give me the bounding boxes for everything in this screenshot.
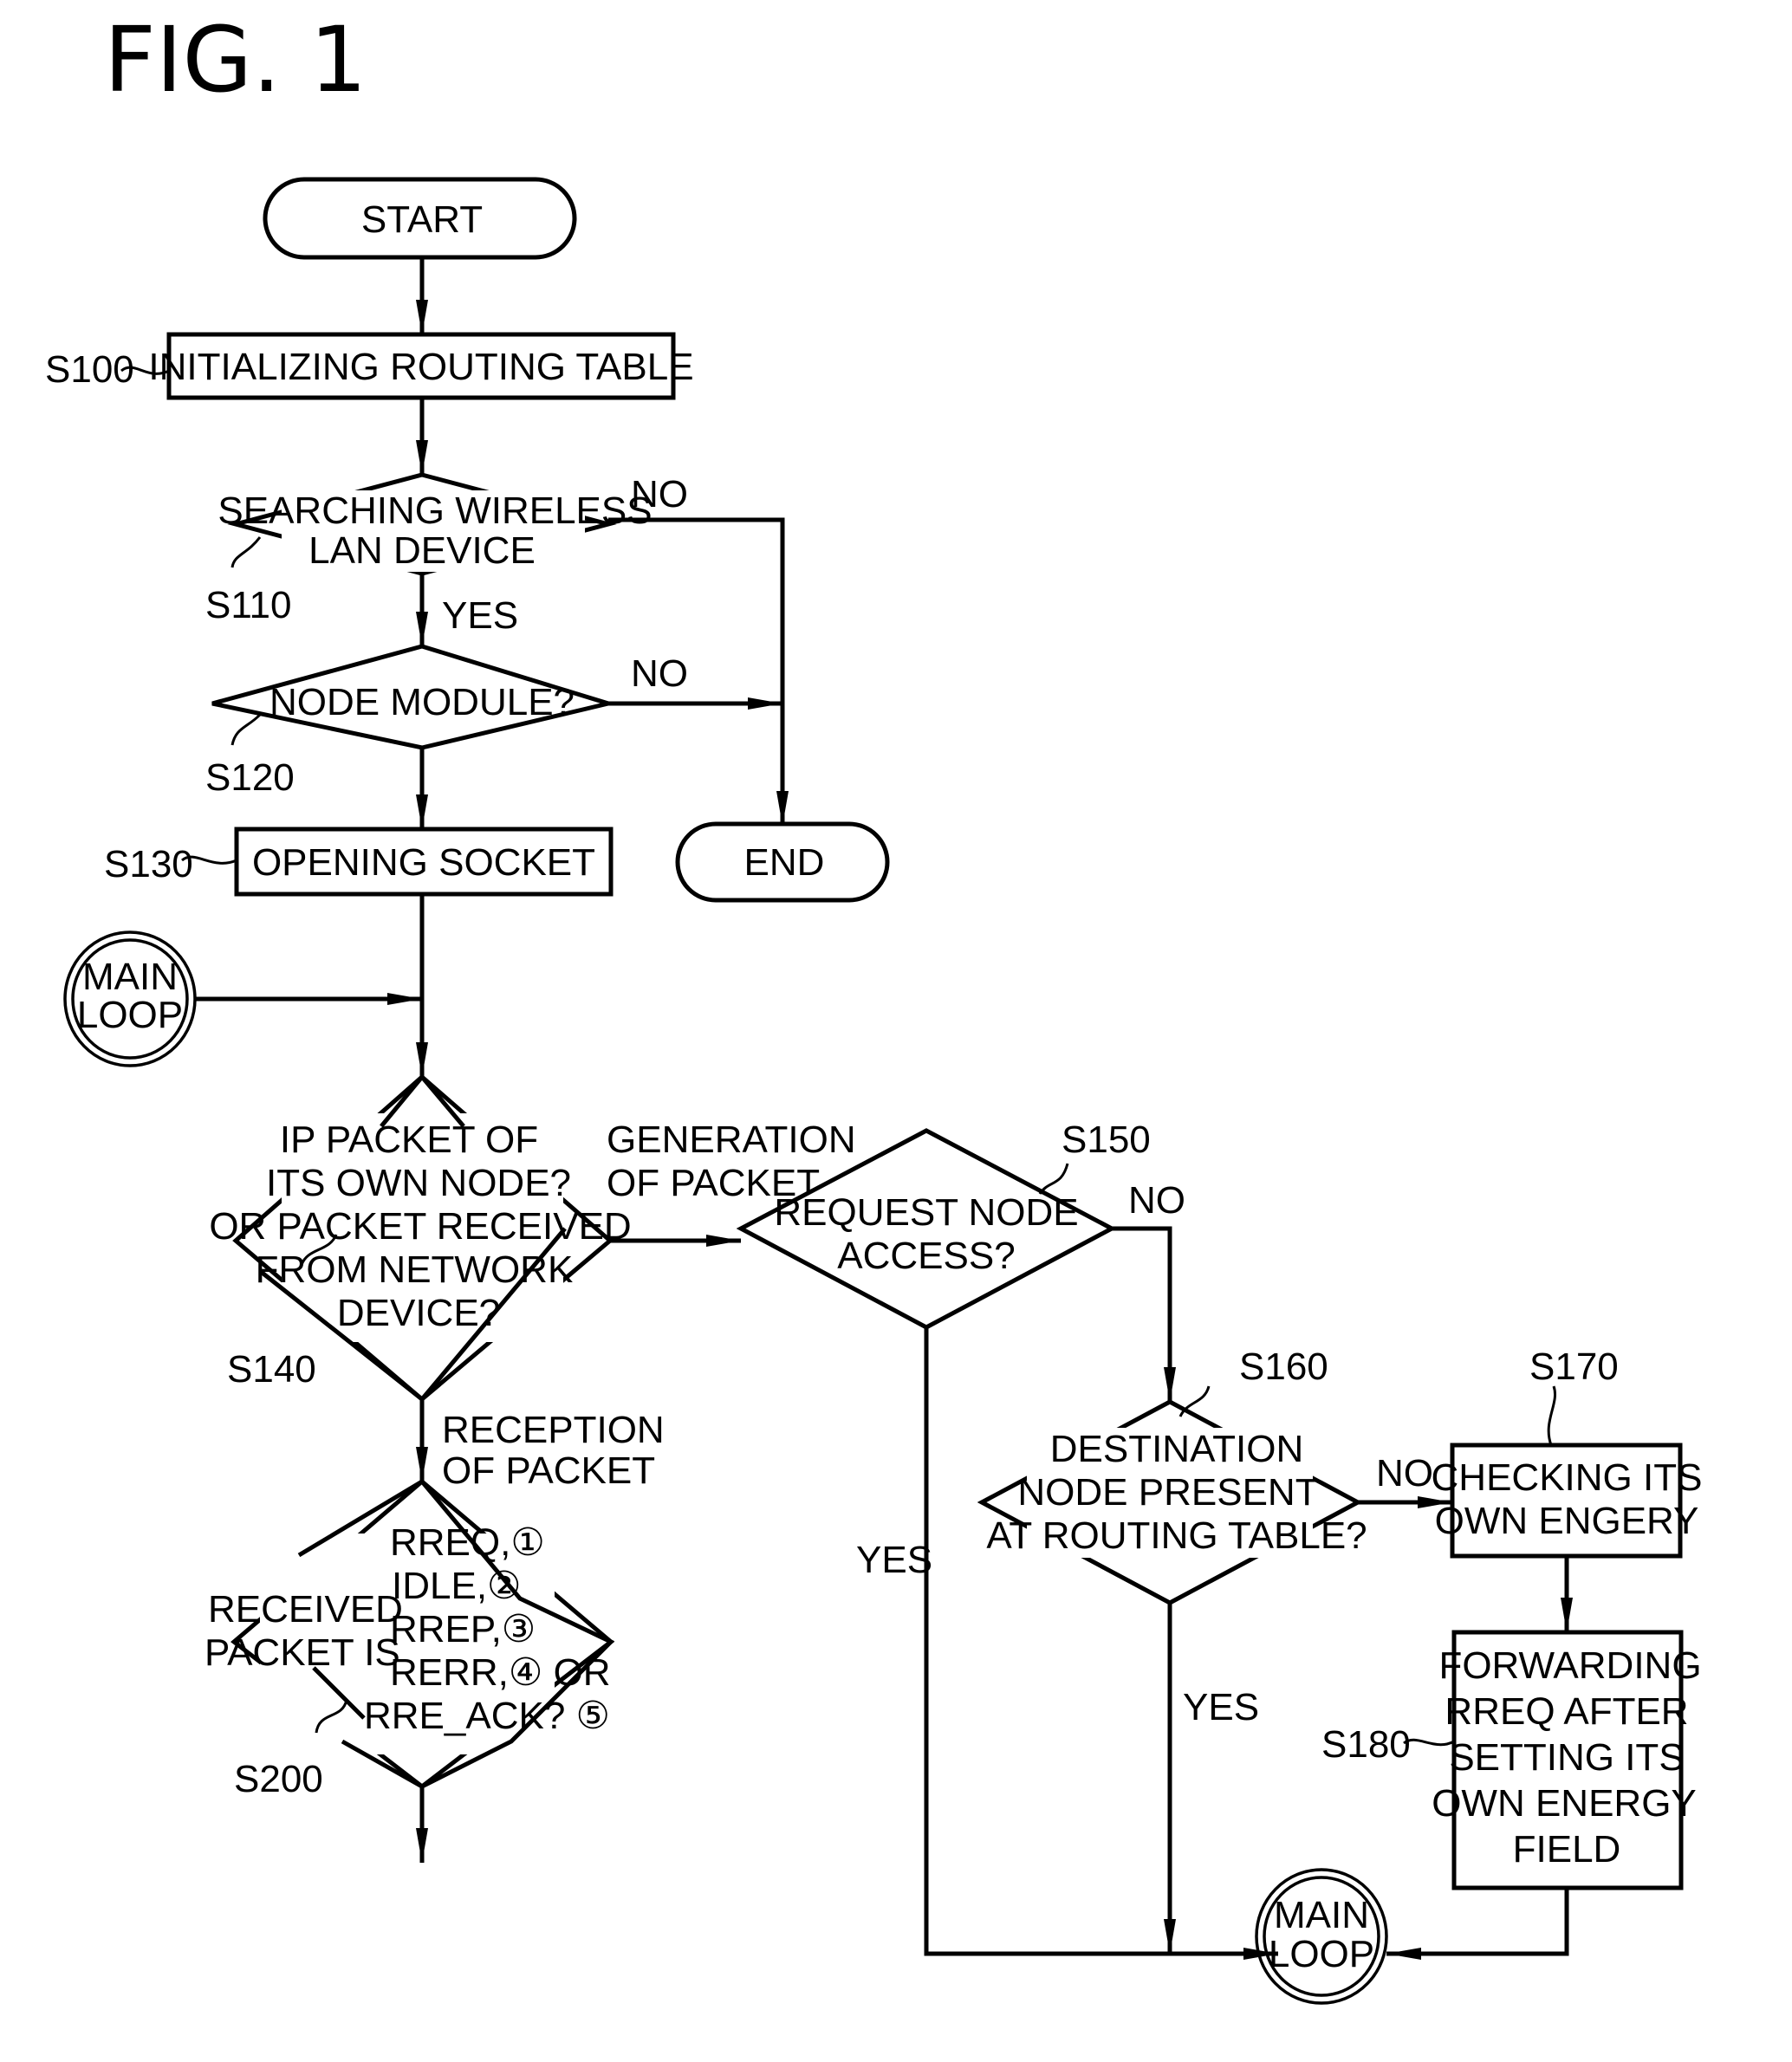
s200-side-line-1: RECEIVED bbox=[208, 1588, 403, 1631]
s100-text: INITIALIZING ROUTING TABLE bbox=[148, 346, 693, 388]
s110-yes-label: YES bbox=[442, 594, 518, 637]
s170-line-2: OWN ENGERY bbox=[1435, 1500, 1699, 1542]
s160-line-1: DESTINATION bbox=[1050, 1428, 1304, 1470]
flowchart: FIG. 1 START INITIALIZING ROUTING TABLE … bbox=[45, 7, 1703, 2005]
s150-line-2: ACCESS? bbox=[837, 1235, 1015, 1277]
s150-ref: S150 bbox=[1062, 1119, 1151, 1161]
s140-line-4: FROM NETWORK bbox=[256, 1248, 574, 1291]
step-s170-box: CHECKING ITS OWN ENGERY bbox=[1432, 1443, 1703, 1559]
s180-line-3: SETTING ITS bbox=[1449, 1736, 1684, 1779]
s170-line-1: CHECKING ITS bbox=[1432, 1456, 1703, 1499]
s200-side-line-2: PACKET IS bbox=[205, 1631, 400, 1674]
s110-line-1: SEARCHING WIRELESS bbox=[218, 490, 652, 532]
s120-text: NODE MODULE? bbox=[269, 681, 575, 723]
arrow-s150-no-s160 bbox=[1112, 1226, 1176, 1402]
s110-line-2: LAN DEVICE bbox=[308, 529, 536, 572]
end-label: END bbox=[744, 841, 825, 884]
s100-ref: S100 bbox=[45, 348, 134, 391]
decision-s110: SEARCHING WIRELESS LAN DEVICE bbox=[218, 472, 653, 576]
s200-line-2: IDLE,② bbox=[392, 1565, 522, 1607]
main-loop-left-line-2: LOOP bbox=[77, 994, 183, 1036]
s200-ref: S200 bbox=[234, 1758, 323, 1800]
main-loop-bottom-line-2: LOOP bbox=[1269, 1933, 1374, 1975]
s180-leader bbox=[1403, 1738, 1455, 1747]
s170-leader bbox=[1547, 1385, 1556, 1446]
s150-yes-label: YES bbox=[856, 1539, 932, 1581]
s160-ref: S160 bbox=[1239, 1345, 1328, 1388]
main-loop-bottom-line-1: MAIN bbox=[1274, 1894, 1369, 1936]
s130-text: OPENING SOCKET bbox=[252, 841, 595, 884]
s140-reception-label-2: OF PACKET bbox=[442, 1449, 655, 1492]
s170-ref: S170 bbox=[1529, 1345, 1619, 1388]
arrow-s180-mainloop bbox=[1386, 1888, 1569, 1960]
s180-line-2: RREQ AFTER bbox=[1445, 1690, 1688, 1733]
s180-ref: S180 bbox=[1321, 1723, 1411, 1766]
s150-no-label: NO bbox=[1128, 1179, 1185, 1222]
arrow-s150-yes-mainloop bbox=[924, 1327, 1278, 1960]
s140-generation-label-1: GENERATION bbox=[607, 1119, 856, 1161]
s110-no-label: NO bbox=[631, 473, 688, 516]
s160-line-2: NODE PRESENT bbox=[1017, 1471, 1318, 1514]
s200-line-4: RERR,④ OR bbox=[390, 1651, 611, 1694]
s120-no-label: NO bbox=[631, 652, 688, 695]
s120-leader bbox=[230, 713, 262, 746]
s200-line-1: RREQ,① bbox=[390, 1521, 545, 1564]
s140-ref: S140 bbox=[227, 1348, 316, 1391]
s160-line-3: AT ROUTING TABLE? bbox=[986, 1514, 1367, 1557]
main-loop-connector-bottom: MAIN LOOP bbox=[1255, 1868, 1388, 2005]
s140-line-2: ITS OWN NODE? bbox=[266, 1162, 571, 1204]
step-s100-box: INITIALIZING ROUTING TABLE bbox=[148, 332, 694, 400]
s130-ref: S130 bbox=[104, 843, 193, 885]
s160-leader bbox=[1178, 1385, 1211, 1417]
s150-leader bbox=[1038, 1163, 1069, 1195]
main-loop-connector-left: MAIN LOOP bbox=[63, 930, 197, 1067]
main-loop-left-line-1: MAIN bbox=[82, 956, 178, 998]
s110-leader bbox=[230, 536, 262, 568]
figure-title: FIG. 1 bbox=[104, 7, 367, 113]
step-s180-box: FORWARDING RREQ AFTER SETTING ITS OWN EN… bbox=[1432, 1630, 1702, 1890]
s120-ref: S120 bbox=[205, 756, 295, 799]
s150-line-1: REQUEST NODE bbox=[774, 1191, 1078, 1234]
s140-line-1: IP PACKET OF bbox=[280, 1119, 538, 1161]
end-terminal: END bbox=[675, 821, 890, 903]
s180-line-4: OWN ENERGY bbox=[1432, 1782, 1697, 1825]
s200-line-5: RRE_ACK? ⑤ bbox=[364, 1695, 610, 1737]
s140-reception-label-1: RECEPTION bbox=[442, 1409, 665, 1451]
s140-line-3: OR PACKET RECEIVED bbox=[209, 1205, 631, 1248]
s200-line-3: RREP,③ bbox=[390, 1608, 536, 1650]
s180-line-1: FORWARDING bbox=[1438, 1644, 1701, 1687]
decision-s120: NODE MODULE? bbox=[211, 644, 617, 750]
start-terminal: START bbox=[263, 177, 577, 260]
s140-line-5: DEVICE? bbox=[337, 1292, 500, 1334]
step-s130-box: OPENING SOCKET bbox=[234, 827, 614, 897]
s110-ref: S110 bbox=[205, 584, 292, 626]
s160-no-label: NO bbox=[1376, 1452, 1433, 1495]
s160-yes-label: YES bbox=[1183, 1686, 1259, 1728]
s180-line-5: FIELD bbox=[1513, 1828, 1621, 1871]
decision-s160: DESTINATION NODE PRESENT AT ROUTING TABL… bbox=[977, 1399, 1367, 1605]
start-label: START bbox=[361, 198, 483, 241]
